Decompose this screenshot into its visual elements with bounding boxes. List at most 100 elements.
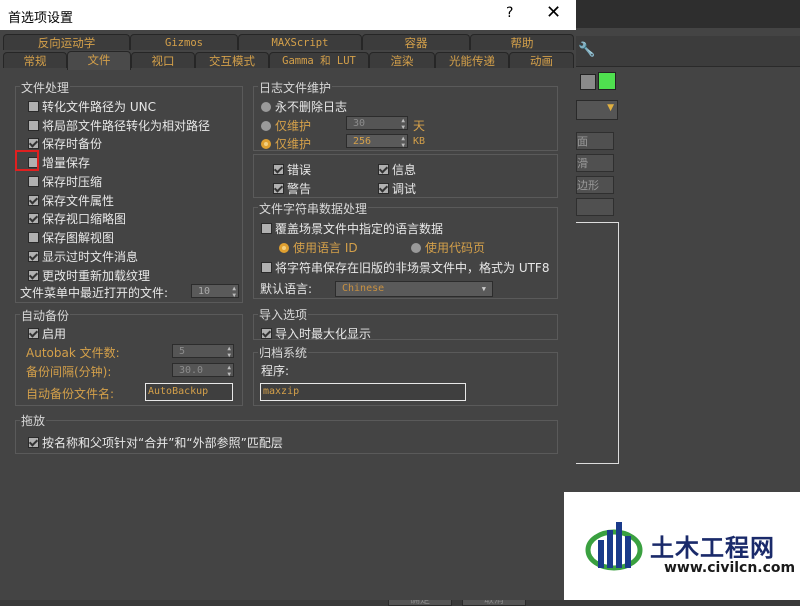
window-title: 首选项设置	[8, 11, 74, 26]
radio-button[interactable]	[261, 139, 271, 149]
checkbox[interactable]	[28, 328, 39, 339]
default-language-label: 默认语言:	[260, 282, 313, 296]
checkbox[interactable]	[261, 223, 272, 234]
log-maintenance-title: 日志文件维护	[258, 79, 333, 96]
program-label: 程序:	[261, 364, 290, 378]
checkbox[interactable]	[273, 164, 284, 175]
file-handling-title: 文件处理	[20, 79, 71, 96]
radio-button[interactable]	[261, 121, 271, 131]
watermark-url: www.civilcn.com	[664, 560, 796, 576]
backup-name-input[interactable]: AutoBackup	[145, 383, 233, 401]
checkbox[interactable]	[28, 101, 39, 112]
background-button[interactable]	[576, 198, 614, 216]
background-button[interactable]: 滑	[576, 154, 614, 172]
checkbox-row[interactable]: 更改时重新加载纹理	[28, 267, 150, 284]
checkbox-row[interactable]: 保存文件属性	[28, 192, 114, 209]
close-button[interactable]: ✕	[546, 2, 561, 23]
backup-interval-spinner[interactable]: 30.0 ▲ ▼	[172, 363, 234, 378]
wrench-icon[interactable]: 🔧	[578, 42, 600, 62]
radio-row[interactable]: 仅维护	[261, 135, 311, 152]
spinner-arrows-icon[interactable]: ▲ ▼	[401, 135, 405, 149]
checkbox-row[interactable]: 启用	[28, 325, 66, 342]
archive-program-input[interactable]: maxzip	[260, 383, 466, 401]
title-bar: 首选项设置 ? ✕	[0, 0, 576, 30]
checkbox[interactable]	[28, 176, 39, 187]
checkbox-row[interactable]: 覆盖场景文件中指定的语言数据	[261, 220, 443, 237]
tab-gizmos[interactable]: Gizmos	[130, 34, 238, 50]
tab-containers[interactable]: 容器	[362, 34, 470, 50]
checkbox[interactable]	[378, 183, 389, 194]
recent-files-spinner[interactable]: 10 ▲ ▼	[191, 284, 239, 299]
checkbox-row[interactable]: 调试	[378, 180, 416, 197]
checkbox-row[interactable]: 将局部文件路径转化为相对路径	[28, 117, 210, 134]
checkbox[interactable]	[28, 270, 39, 281]
background-button[interactable]: 边形	[576, 176, 614, 194]
tab-radiosity[interactable]: 光能传递	[435, 52, 509, 68]
checkbox-row[interactable]: 显示过时文件消息	[28, 248, 138, 265]
checkbox[interactable]	[378, 164, 389, 175]
spinner-arrows-icon[interactable]: ▲ ▼	[401, 117, 405, 131]
default-language-select[interactable]: Chinese ▼	[335, 281, 493, 297]
radio-row[interactable]: 使用语言 ID	[279, 239, 358, 256]
tab-help[interactable]: 帮助	[470, 34, 574, 50]
checkbox-row[interactable]: 错误	[273, 161, 311, 178]
checkbox-row[interactable]: 保存时压缩	[28, 173, 102, 190]
auto-backup-title: 自动备份	[20, 307, 71, 324]
days-spinner[interactable]: 30 ▲ ▼	[346, 116, 408, 131]
drag-title: 拖放	[20, 412, 47, 429]
watermark-logo: 土木工程网 www.civilcn.com	[564, 492, 800, 600]
checkbox[interactable]	[28, 213, 39, 224]
tab-general[interactable]: 常规	[3, 52, 67, 68]
spinner-arrows-icon[interactable]: ▲ ▼	[227, 345, 231, 359]
checkbox-row[interactable]: 保存视口缩略图	[28, 210, 126, 227]
checkbox-row[interactable]: 信息	[378, 161, 416, 178]
tab-ik[interactable]: 反向运动学	[3, 34, 130, 50]
checkbox[interactable]	[28, 437, 39, 448]
archive-title: 归档系统	[258, 344, 309, 361]
tab-maxscript[interactable]: MAXScript	[238, 34, 362, 50]
checkbox[interactable]	[28, 232, 39, 243]
spinner-arrows-icon[interactable]: ▲ ▼	[227, 364, 231, 378]
checkbox-row[interactable]: 将字符串保存在旧版的非场景文件中，格式为 UTF8	[261, 259, 549, 276]
tab-files[interactable]: 文件	[67, 51, 131, 70]
tab-gamma-lut[interactable]: Gamma 和 LUT	[269, 52, 369, 68]
background-button[interactable]: 面	[576, 132, 614, 150]
color-swatch-gray[interactable]	[580, 74, 596, 90]
size-unit: KB	[413, 136, 426, 147]
checkbox-row[interactable]: 导入时最大化显示	[261, 325, 371, 342]
checkbox[interactable]	[28, 251, 39, 262]
tab-rendering[interactable]: 渲染	[369, 52, 435, 68]
background-dropdown[interactable]: ▼	[576, 100, 618, 120]
checkbox[interactable]	[28, 195, 39, 206]
radio-button[interactable]	[261, 102, 271, 112]
radio-button[interactable]	[411, 243, 421, 253]
checkbox[interactable]	[261, 262, 272, 273]
checkbox-row[interactable]: 保存图解视图	[28, 229, 114, 246]
radio-row[interactable]: 仅维护	[261, 117, 311, 134]
checkbox[interactable]	[28, 120, 39, 131]
checkbox-row[interactable]: 转化文件路径为 UNC	[28, 98, 156, 115]
radio-row[interactable]: 永不删除日志	[261, 98, 347, 115]
string-data-title: 文件字符串数据处理	[258, 200, 369, 217]
autobak-files-label: Autobak 文件数:	[26, 346, 120, 360]
spinner-arrows-icon[interactable]: ▲ ▼	[232, 285, 236, 299]
size-spinner[interactable]: 256 ▲ ▼	[346, 134, 408, 149]
background-command-panel	[576, 36, 800, 67]
checkbox[interactable]	[261, 328, 272, 339]
color-swatch-green[interactable]	[598, 72, 616, 90]
radio-row[interactable]: 使用代码页	[411, 239, 485, 256]
checkbox-row[interactable]: 警告	[273, 180, 311, 197]
checkbox-row[interactable]: 保存时备份	[28, 135, 102, 152]
autobak-files-spinner[interactable]: 5 ▲ ▼	[172, 344, 234, 359]
highlight-box	[15, 150, 39, 171]
backup-interval-label: 备份间隔(分钟):	[26, 365, 112, 379]
radio-button[interactable]	[279, 243, 289, 253]
tab-viewports[interactable]: 视口	[131, 52, 195, 68]
help-button[interactable]: ?	[506, 5, 513, 21]
checkbox[interactable]	[273, 183, 284, 194]
checkbox-row[interactable]: 按名称和父项针对“合并”和“外部参照”匹配层	[28, 434, 283, 451]
tab-animation[interactable]: 动画	[509, 52, 574, 68]
checkbox[interactable]	[28, 138, 39, 149]
tab-interaction-mode[interactable]: 交互模式	[195, 52, 269, 68]
chevron-down-icon: ▼	[481, 285, 486, 293]
